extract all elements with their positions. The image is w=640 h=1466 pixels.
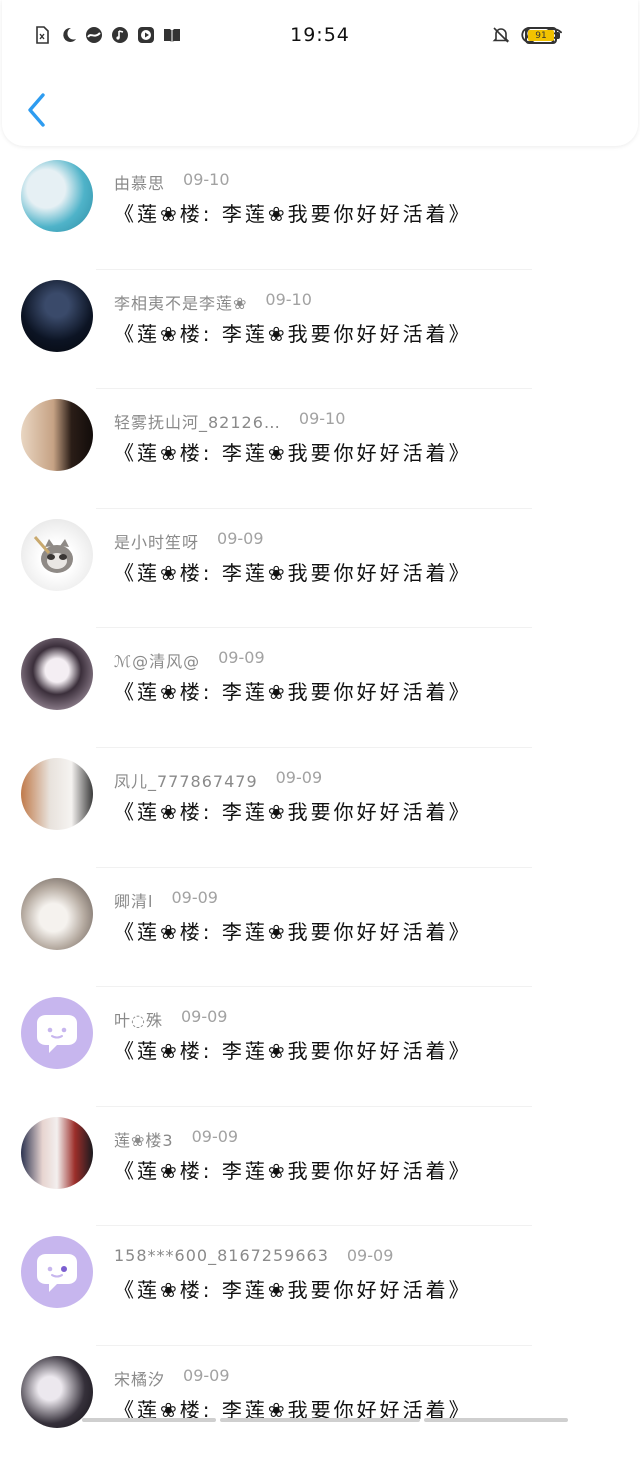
comment-list: 由慕思 09-10 《莲❀楼: 李莲❀我要你好好活着》 李相夷不是李莲❀ 09-… — [0, 150, 640, 1466]
user-name[interactable]: 叶◌殊 — [114, 1007, 163, 1031]
comment-text: 《莲❀楼: 李莲❀我要你好好活着》 — [114, 321, 472, 346]
comment-date: 09-10 — [265, 289, 312, 309]
avatar[interactable] — [21, 399, 93, 472]
comment-meta: 卿清l 09-09 — [114, 888, 218, 912]
comment-date: 09-09 — [191, 1126, 239, 1146]
gesture-bar-segment — [82, 1418, 216, 1422]
comment-date: 09-09 — [218, 648, 265, 668]
comment-meta: 叶◌殊 09-09 — [114, 1007, 227, 1031]
comment-text: 《莲❀楼: 李莲❀我要你好好活着》 — [114, 1039, 472, 1064]
comment-text: 《莲❀楼: 李莲❀我要你好好活着》 — [114, 919, 472, 944]
avatar[interactable] — [21, 518, 93, 591]
user-name[interactable]: 轻雾抚山河_82126… — [114, 409, 281, 433]
comment-meta: 莲❀楼3 09-09 — [114, 1127, 238, 1151]
battery-indicator: 91 — [525, 27, 557, 44]
list-item[interactable]: ℳ@清风@ 09-09 《莲❀楼: 李莲❀我要你好好活着》 — [0, 628, 640, 748]
comment-text: 《莲❀楼: 李莲❀我要你好好活着》 — [114, 1158, 472, 1183]
list-item[interactable]: 凤儿_777867479 09-09 《莲❀楼: 李莲❀我要你好好活着》 — [0, 748, 640, 868]
comment-meta: 凤儿_777867479 09-09 — [114, 768, 322, 792]
comment-date: 09-09 — [275, 767, 323, 787]
user-name[interactable]: 由慕思 — [114, 170, 165, 194]
user-name[interactable]: 凤儿_777867479 — [114, 768, 258, 792]
list-item[interactable]: 宋橘汐 09-09 《莲❀楼: 李莲❀我要你好好活着》 — [0, 1346, 640, 1466]
user-name[interactable]: 卿清l — [114, 888, 153, 912]
avatar[interactable] — [21, 757, 93, 830]
default-avatar-chat-icon — [37, 1015, 77, 1054]
comment-meta: 轻雾抚山河_82126… 09-10 — [114, 409, 345, 433]
avatar[interactable] — [21, 1236, 93, 1309]
comment-date: 09-10 — [298, 409, 346, 429]
comment-text: 《莲❀楼: 李莲❀我要你好好活着》 — [114, 799, 472, 824]
comment-date: 09-09 — [180, 1007, 228, 1027]
list-item[interactable]: 158***600_8167259663 09-09 《莲❀楼: 李莲❀我要你好… — [0, 1226, 640, 1346]
default-avatar-chat-icon — [37, 1254, 77, 1293]
user-name[interactable]: 158***600_8167259663 — [114, 1246, 329, 1265]
comment-text: 《莲❀楼: 李莲❀我要你好好活着》 — [114, 1278, 472, 1303]
battery-tip — [557, 32, 560, 39]
chevron-left-icon — [28, 93, 45, 127]
avatar[interactable] — [21, 1116, 93, 1189]
user-name[interactable]: 是小时笙呀 — [114, 529, 199, 553]
gesture-bar[interactable] — [0, 1417, 640, 1423]
comment-text: 《莲❀楼: 李莲❀我要你好好活着》 — [114, 680, 472, 705]
list-item[interactable]: 是小时笙呀 09-09 《莲❀楼: 李莲❀我要你好好活着》 — [0, 509, 640, 629]
battery-level: 91 — [528, 30, 554, 41]
status-bar: 19:54 91 — [0, 0, 640, 70]
comment-meta: 158***600_8167259663 09-09 — [114, 1246, 393, 1265]
list-item[interactable]: 叶◌殊 09-09 《莲❀楼: 李莲❀我要你好好活着》 — [0, 987, 640, 1107]
comment-meta: 宋橘汐 09-09 — [114, 1366, 230, 1390]
raccoon-avatar-icon — [33, 535, 73, 573]
comment-date: 09-10 — [183, 170, 230, 189]
bell-off-icon — [492, 26, 510, 44]
comment-date: 09-09 — [217, 528, 264, 548]
user-name[interactable]: 莲❀楼3 — [114, 1127, 174, 1151]
list-item[interactable]: 轻雾抚山河_82126… 09-10 《莲❀楼: 李莲❀我要你好好活着》 — [0, 389, 640, 509]
back-button[interactable] — [18, 88, 54, 132]
avatar[interactable] — [21, 877, 93, 950]
comment-date: 09-09 — [183, 1365, 230, 1385]
avatar[interactable] — [21, 997, 93, 1070]
comment-meta: 是小时笙呀 09-09 — [114, 529, 264, 553]
gesture-bar-segment — [424, 1418, 568, 1422]
list-item[interactable]: 莲❀楼3 09-09 《莲❀楼: 李莲❀我要你好好活着》 — [0, 1107, 640, 1227]
avatar[interactable] — [21, 638, 93, 711]
avatar[interactable] — [21, 160, 93, 232]
comment-text: 《莲❀楼: 李莲❀我要你好好活着》 — [114, 560, 472, 585]
list-item[interactable]: 李相夷不是李莲❀ 09-10 《莲❀楼: 李莲❀我要你好好活着》 — [0, 270, 640, 390]
user-name[interactable]: 李相夷不是李莲❀ — [114, 290, 247, 314]
comment-meta: ℳ@清风@ 09-09 — [114, 648, 265, 672]
user-name[interactable]: ℳ@清风@ — [114, 648, 200, 672]
gesture-bar-segment — [220, 1418, 420, 1422]
comment-meta: 李相夷不是李莲❀ 09-10 — [114, 290, 312, 314]
list-item[interactable]: 由慕思 09-10 《莲❀楼: 李莲❀我要你好好活着》 — [0, 150, 640, 270]
comment-date: 09-09 — [171, 887, 218, 907]
avatar[interactable] — [21, 279, 93, 352]
comment-text: 《莲❀楼: 李莲❀我要你好好活着》 — [114, 441, 472, 466]
comment-date: 09-09 — [346, 1246, 394, 1266]
comment-text: 《莲❀楼: 李莲❀我要你好好活着》 — [114, 202, 472, 226]
list-item[interactable]: 卿清l 09-09 《莲❀楼: 李莲❀我要你好好活着》 — [0, 868, 640, 988]
user-name[interactable]: 宋橘汐 — [114, 1366, 165, 1390]
comment-meta: 由慕思 09-10 — [114, 170, 230, 194]
